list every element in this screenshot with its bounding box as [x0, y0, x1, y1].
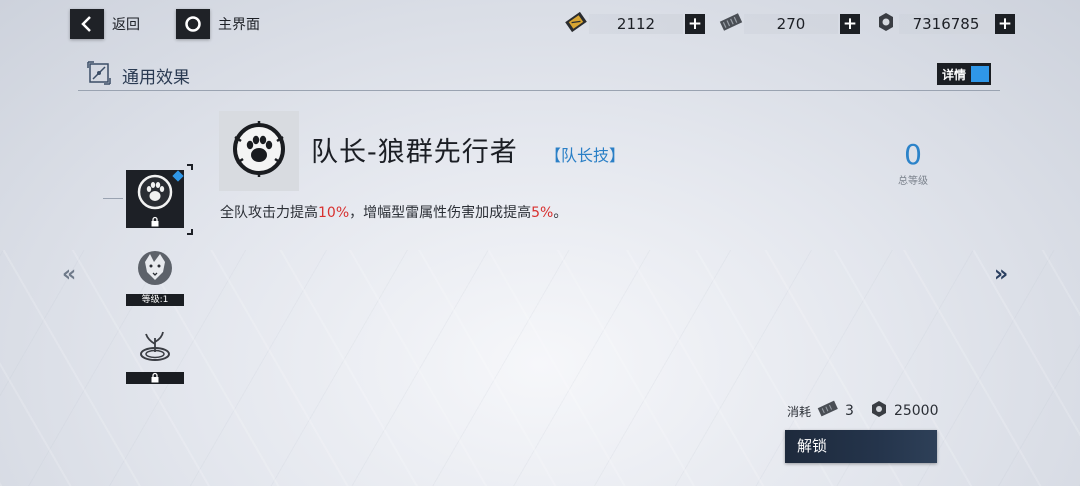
lock-icon: [126, 372, 184, 384]
next-page-arrow[interactable]: »: [994, 262, 1008, 287]
add-coin-button[interactable]: +: [995, 14, 1015, 34]
ticket-icon: [563, 10, 589, 38]
sprout-ring-icon: [132, 326, 178, 374]
toggle-knob: [971, 66, 989, 82]
selection-bracket-top: [187, 164, 193, 170]
gear-coin-icon: [873, 10, 899, 38]
home-circle-icon: [176, 9, 210, 39]
lock-icon: [126, 216, 184, 228]
back-button[interactable]: 返回: [70, 9, 140, 39]
prev-page-arrow[interactable]: «: [62, 262, 76, 287]
wolf-paw-icon: [132, 170, 178, 218]
skill-level-tag: 等级:1: [126, 294, 184, 306]
cost-label: 消耗: [787, 404, 812, 419]
desc-highlight: 5%: [531, 205, 554, 221]
details-toggle-label: 详情: [942, 67, 967, 82]
wolf-head-icon: [132, 248, 178, 296]
home-button[interactable]: 主界面: [176, 9, 260, 39]
section-header: 通用效果: [86, 60, 190, 91]
alloy-plate-icon: [718, 10, 744, 38]
desc-part: ，增幅型雷属性伤害加成提高: [349, 205, 532, 221]
resource-alloy: 270 +: [718, 12, 860, 36]
home-label: 主界面: [218, 17, 260, 33]
chevron-left-icon: [70, 9, 104, 39]
skill-slot-paw[interactable]: [126, 170, 184, 228]
add-alloy-button[interactable]: +: [840, 14, 860, 34]
section-divider: [78, 90, 1000, 91]
skill-icon-large: [219, 111, 299, 191]
back-label: 返回: [112, 17, 140, 33]
alloy-plate-icon: [817, 400, 839, 422]
add-ticket-button[interactable]: +: [685, 14, 705, 34]
resource-coin: 7316785 +: [873, 12, 1015, 36]
wolf-paw-icon: [227, 117, 291, 185]
skill-slot-sprout[interactable]: [126, 326, 184, 384]
skill-type-tag: 【队长技】: [545, 146, 626, 165]
skill-slot-wolf[interactable]: 等级:1: [126, 248, 184, 306]
desc-highlight: 10%: [318, 205, 350, 221]
total-level-value: 0: [904, 138, 922, 171]
section-title: 通用效果: [122, 68, 190, 88]
gear-coin-icon: [870, 400, 888, 422]
desc-part: 全队攻击力提高: [220, 205, 318, 221]
skill-name: 队长-狼群先行者: [311, 137, 518, 168]
coin-count: 7316785: [899, 14, 993, 34]
effect-frame-icon: [86, 60, 112, 91]
resource-ticket: 2112 +: [563, 10, 705, 38]
desc-part: 。: [553, 205, 568, 221]
details-toggle[interactable]: 详情: [936, 62, 992, 86]
alloy-cost: 3: [845, 403, 854, 419]
total-level-label: 总等级: [898, 176, 928, 187]
skill-description: 全队攻击力提高10%，增幅型雷属性伤害加成提高5%。: [220, 202, 567, 222]
list-connector: [103, 198, 123, 199]
coin-cost: 25000: [893, 403, 939, 419]
unlock-button[interactable]: 解锁: [785, 430, 937, 463]
alloy-count: 270: [744, 14, 838, 34]
ticket-count: 2112: [589, 14, 683, 34]
selection-bracket-bottom: [187, 229, 193, 235]
unlock-cost: 消耗 3 25000: [787, 400, 938, 422]
top-bar: 返回 主界面 2112 + 270 + 7316785 +: [0, 0, 1080, 48]
